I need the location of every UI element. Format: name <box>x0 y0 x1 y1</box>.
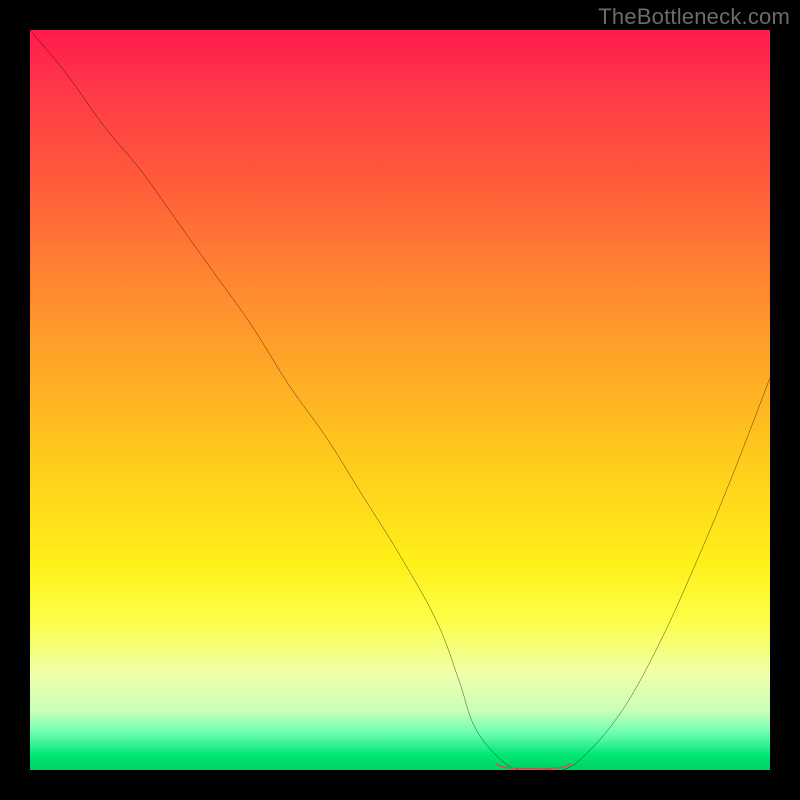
watermark-text: TheBottleneck.com <box>598 4 790 30</box>
chart-plot-area <box>30 30 770 770</box>
chart-frame: TheBottleneck.com <box>0 0 800 800</box>
chart-svg <box>30 30 770 770</box>
bottleneck-curve-path <box>30 30 770 770</box>
